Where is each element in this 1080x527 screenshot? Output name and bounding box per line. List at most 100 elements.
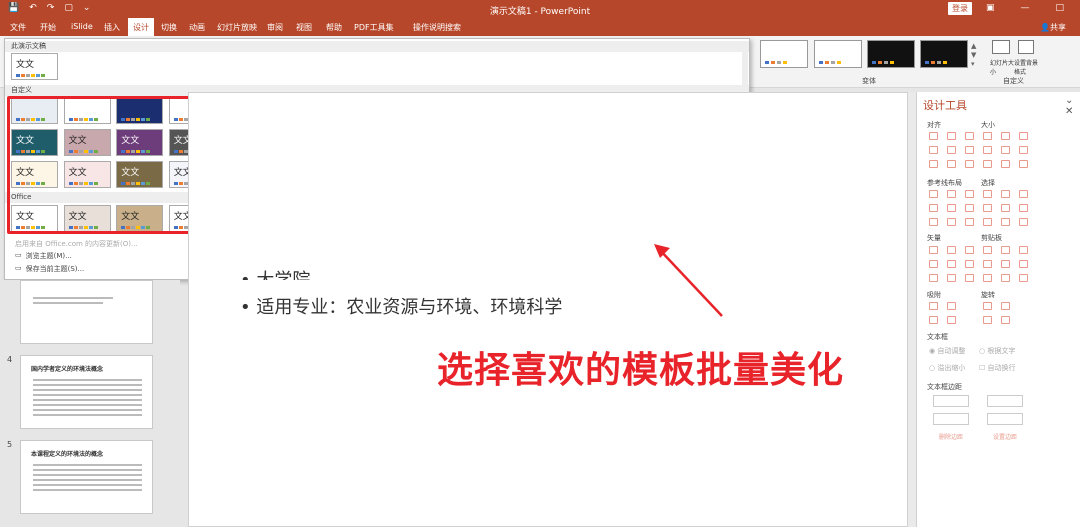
tool-icon[interactable] [965,260,974,268]
tool-icon[interactable] [983,204,992,212]
tool-icon[interactable] [1019,274,1028,282]
tool-icon[interactable] [1001,316,1010,324]
tool-icon[interactable] [983,190,992,198]
tool-icon[interactable] [983,302,992,310]
tool-icon[interactable] [929,260,938,268]
margin-bottom-input[interactable] [987,413,1023,425]
tool-icon[interactable] [947,146,956,154]
tool-icon[interactable] [1019,246,1028,254]
fit-text-radio[interactable]: ○ 根据文字 [979,346,1015,356]
margin-left-input[interactable] [933,395,969,407]
tool-icon[interactable] [929,204,938,212]
panel-close-icon[interactable]: ⌄ ✕ [1065,95,1080,117]
tool-icon[interactable] [1019,146,1028,154]
tool-icon[interactable] [929,302,938,310]
variant-2[interactable] [814,40,862,68]
variant-3[interactable] [867,40,915,68]
variant-scroll[interactable]: ▲ ▼ ▾ [971,42,976,69]
tool-icon[interactable] [1001,260,1010,268]
tool-icon[interactable] [1019,218,1028,226]
tool-icon[interactable] [929,190,938,198]
tab-0[interactable]: 文件 [10,22,26,33]
minimize-icon[interactable]: — [1021,3,1030,13]
tab-12[interactable]: 操作说明搜索 [413,22,461,33]
format-background-icon[interactable] [1018,40,1034,54]
slide-size-icon[interactable] [992,40,1010,54]
tool-icon[interactable] [947,204,956,212]
tool-icon[interactable] [929,132,938,140]
tool-icon[interactable] [965,274,974,282]
tool-icon[interactable] [1019,260,1028,268]
tool-icon[interactable] [947,302,956,310]
tool-icon[interactable] [929,274,938,282]
tool-icon[interactable] [947,316,956,324]
tool-icon[interactable] [929,160,938,168]
tool-icon[interactable] [1001,146,1010,154]
tool-icon[interactable] [1001,132,1010,140]
tab-8[interactable]: 审阅 [267,22,283,33]
slide-size-button[interactable]: 幻灯片大小 [990,58,1014,76]
tool-icon[interactable] [983,146,992,154]
format-background-button[interactable]: 设置背景格式 [1014,58,1038,76]
tool-icon[interactable] [1001,302,1010,310]
tool-icon[interactable] [983,274,992,282]
ribbon-display-icon[interactable]: ▣ [986,3,995,13]
tool-icon[interactable] [983,160,992,168]
maximize-icon[interactable]: □ [1056,3,1065,13]
canvas-scrollbar[interactable] [908,92,916,527]
slide-thumbnail-4[interactable]: 国内学者定义的环境法概念 [20,355,153,429]
tab-1[interactable]: 开始 [40,22,56,33]
tool-icon[interactable] [983,246,992,254]
variant-4[interactable] [920,40,968,68]
tab-2[interactable]: iSlide [71,22,93,31]
tool-icon[interactable] [983,260,992,268]
tool-icon[interactable] [965,218,974,226]
tool-icon[interactable] [1019,190,1028,198]
tool-icon[interactable] [1019,132,1028,140]
tool-icon[interactable] [1019,160,1028,168]
theme-thumbnail[interactable]: 文文 [11,53,58,80]
slide-thumbnail-5[interactable]: 本课程定义的环境法的概念 [20,440,153,514]
tool-icon[interactable] [983,218,992,226]
tab-6[interactable]: 动画 [189,22,205,33]
tool-icon[interactable] [1001,246,1010,254]
tab-7[interactable]: 幻灯片放映 [217,22,257,33]
tool-icon[interactable] [947,160,956,168]
tool-icon[interactable] [947,274,956,282]
tool-icon[interactable] [1019,204,1028,212]
overflow-radio[interactable]: ○ 溢出缩小 [929,363,965,373]
tool-icon[interactable] [1001,218,1010,226]
share-button[interactable]: 👤共享 [1040,22,1066,33]
tab-10[interactable]: 帮助 [326,22,342,33]
tab-5[interactable]: 切换 [161,22,177,33]
tool-icon[interactable] [947,260,956,268]
tool-icon[interactable] [965,160,974,168]
tool-icon[interactable] [1001,160,1010,168]
tool-icon[interactable] [983,316,992,324]
tool-icon[interactable] [929,316,938,324]
tool-icon[interactable] [929,146,938,154]
tab-11[interactable]: PDF工具集 [354,22,394,33]
tool-icon[interactable] [1001,204,1010,212]
wrap-checkbox[interactable]: ☐ 自动换行 [979,363,1016,373]
tab-4[interactable]: 设计 [128,18,154,36]
tool-icon[interactable] [965,132,974,140]
tool-icon[interactable] [1001,190,1010,198]
delete-margin-button[interactable]: 删除边距 [939,432,963,441]
tool-icon[interactable] [929,246,938,254]
margin-top-input[interactable] [933,413,969,425]
tool-icon[interactable] [947,132,956,140]
tool-icon[interactable] [947,190,956,198]
tool-icon[interactable] [965,204,974,212]
tool-icon[interactable] [983,132,992,140]
tool-icon[interactable] [965,246,974,254]
tool-icon[interactable] [1001,274,1010,282]
variant-1[interactable] [760,40,808,68]
tool-icon[interactable] [947,218,956,226]
margin-right-input[interactable] [987,395,1023,407]
menu-browse-themes[interactable]: ▭ 浏览主题(M)... [15,251,72,261]
tool-icon[interactable] [929,218,938,226]
tool-icon[interactable] [965,190,974,198]
login-button[interactable]: 登录 [948,2,972,15]
tool-icon[interactable] [947,246,956,254]
